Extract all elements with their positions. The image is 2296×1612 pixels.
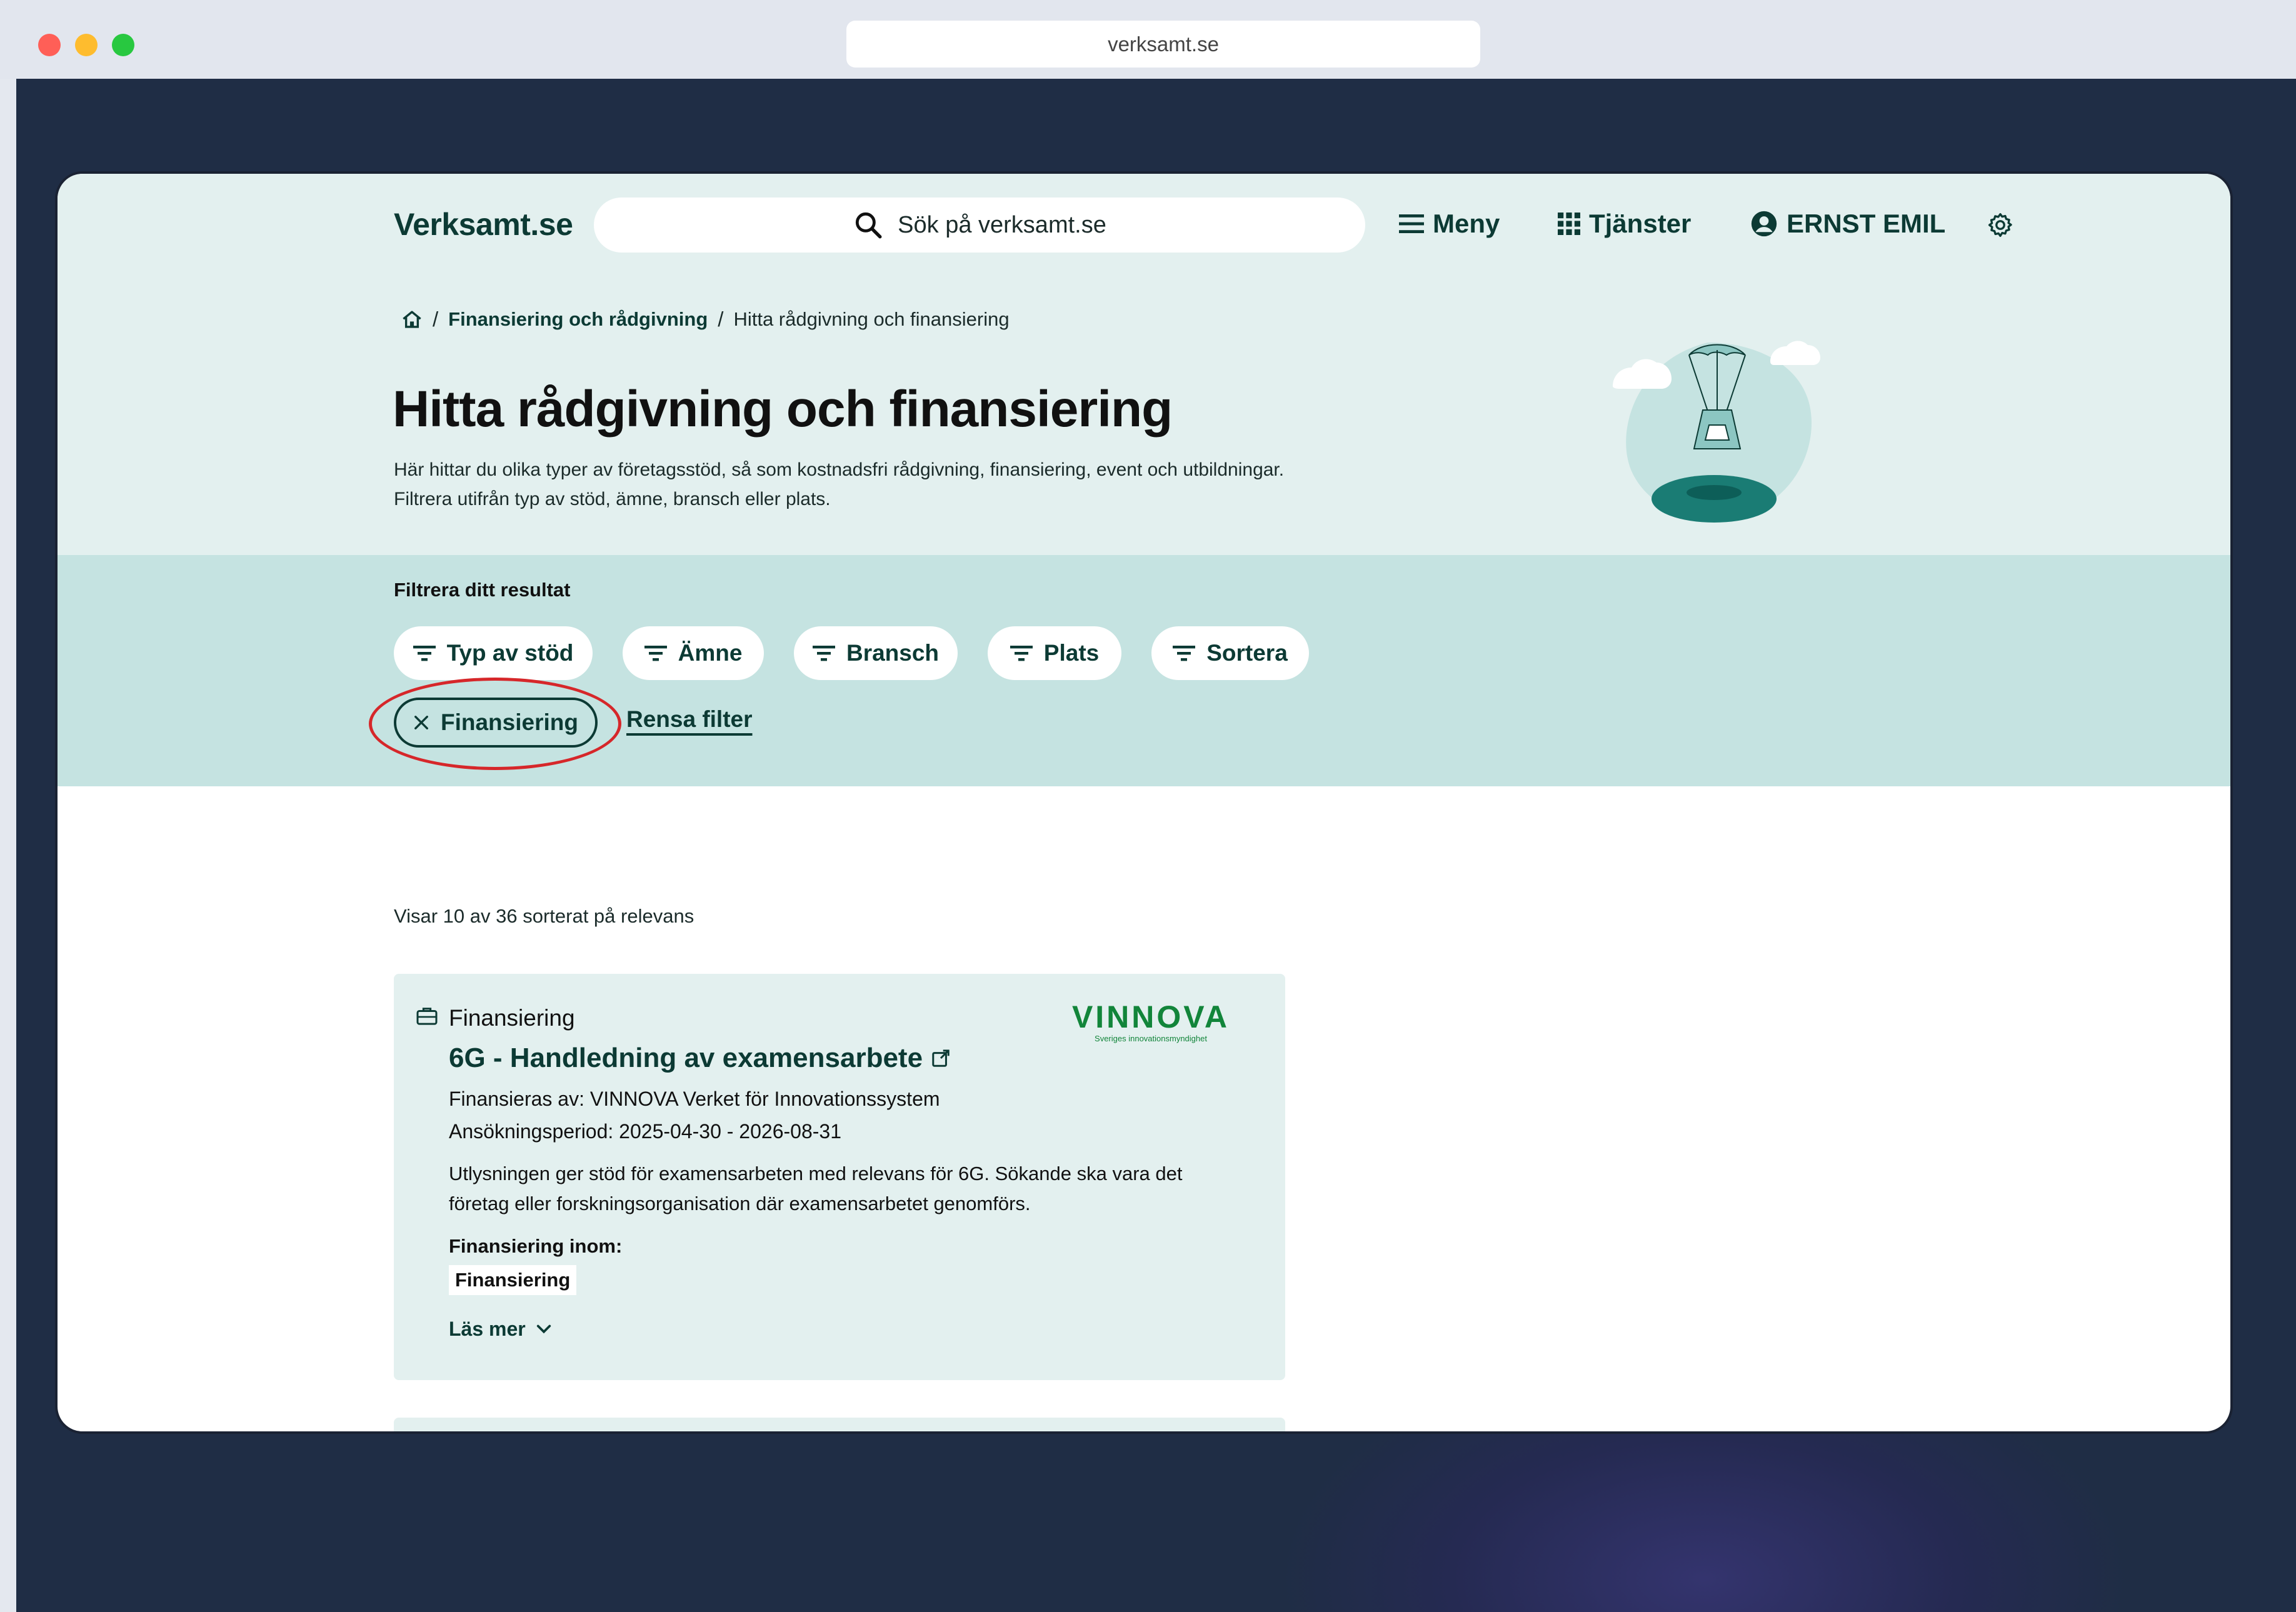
settings-button[interactable] [1987, 211, 2014, 239]
minimize-window-button[interactable] [75, 34, 98, 56]
result-within-label: Finansiering inom: [449, 1235, 623, 1257]
annotation-highlight-circle [369, 678, 621, 770]
filter-icon [1010, 646, 1033, 661]
result-title: 6G - Handledning av examensarbete [449, 1043, 923, 1073]
close-window-button[interactable] [38, 34, 61, 56]
briefcase-icon [416, 1008, 438, 1025]
address-bar[interactable]: verksamt.se [846, 21, 1480, 68]
clear-filters-link[interactable]: Rensa filter [626, 706, 753, 733]
breadcrumb: / Finansiering och rådgivning / Hitta rå… [401, 308, 1010, 331]
breadcrumb-separator: / [718, 308, 724, 331]
external-link-icon [932, 1049, 950, 1067]
result-type: Finansiering [449, 1005, 575, 1031]
vinnova-logo-tagline: Sveriges innovationsmyndighet [1095, 1034, 1207, 1043]
page-intro: Här hittar du olika typer av företagsstö… [394, 459, 1285, 509]
filter-typ-av-stod-button[interactable]: Typ av stöd [394, 626, 593, 680]
services-label: Tjänster [1589, 209, 1692, 238]
user-account-button[interactable]: ERNST EMIL [1750, 209, 1945, 239]
search-placeholder: Sök på verksamt.se [898, 211, 1106, 238]
read-more-label: Läs mer [449, 1318, 526, 1340]
filter-amne-button[interactable]: Ämne [623, 626, 764, 680]
filter-bransch-button[interactable]: Bransch [794, 626, 958, 680]
user-name: ERNST EMIL [1787, 209, 1946, 238]
page-title: Hitta rådgivning och finansiering [393, 381, 1173, 438]
breadcrumb-link-finansiering[interactable]: Finansiering och rådgivning [448, 308, 708, 331]
user-avatar-icon [1751, 211, 1777, 237]
filter-icon [413, 646, 436, 661]
search-input[interactable]: Sök på verksamt.se [594, 198, 1365, 253]
hamburger-icon [1399, 214, 1424, 233]
services-button[interactable]: Tjänster [1558, 209, 1691, 239]
search-icon [856, 212, 882, 239]
vinnova-logo: VINNOVA Sveriges innovationsmyndighet [1066, 999, 1235, 1043]
sort-label: Sortera [1206, 640, 1288, 666]
grid-icon [1558, 213, 1580, 235]
result-period: Ansökningsperiod: 2025-04-30 - 2026-08-3… [449, 1120, 841, 1143]
filter-label: Bransch [846, 640, 940, 666]
result-tag: Finansiering [449, 1265, 577, 1295]
results-count: Visar 10 av 36 sorterat på relevans [394, 905, 694, 927]
gear-icon [1988, 213, 2012, 238]
site-logo[interactable]: Verksamt.se [394, 206, 573, 243]
next-result-card [394, 1418, 1285, 1431]
result-title-link[interactable]: 6G - Handledning av examensarbete [449, 1043, 950, 1074]
filter-label: Plats [1043, 640, 1100, 666]
result-description: Utlysningen ger stöd för examensarbeten … [449, 1163, 1183, 1214]
filter-heading: Filtrera ditt resultat [394, 579, 571, 601]
result-funder: Finansieras av: VINNOVA Verket för Innov… [449, 1088, 940, 1110]
filter-label: Typ av stöd [446, 640, 574, 666]
filter-plats-button[interactable]: Plats [988, 626, 1121, 680]
result-card: Finansiering 6G - Handledning av examens… [394, 974, 1285, 1380]
sort-button[interactable]: Sortera [1151, 626, 1309, 680]
website-frame: Verksamt.se Sök på verksamt.se Meny Tjän… [55, 171, 2233, 1434]
menu-label: Meny [1433, 209, 1500, 238]
filter-section [58, 555, 2230, 786]
maximize-window-button[interactable] [112, 34, 134, 56]
breadcrumb-current: Hitta rådgivning och finansiering [733, 308, 1010, 330]
read-more-button[interactable]: Läs mer [449, 1318, 552, 1341]
filter-icon [1173, 646, 1196, 661]
parachute-illustration [1613, 341, 1820, 523]
home-icon[interactable] [401, 309, 423, 329]
vinnova-logo-word: VINNOVA [1071, 999, 1230, 1034]
filter-icon [644, 646, 667, 661]
breadcrumb-separator: / [433, 308, 439, 331]
filter-label: Ämne [678, 640, 743, 666]
browser-toolbar: verksamt.se [0, 0, 2296, 79]
menu-button[interactable]: Meny [1399, 209, 1500, 239]
chevron-down-icon [536, 1324, 551, 1333]
filter-icon [812, 646, 835, 661]
